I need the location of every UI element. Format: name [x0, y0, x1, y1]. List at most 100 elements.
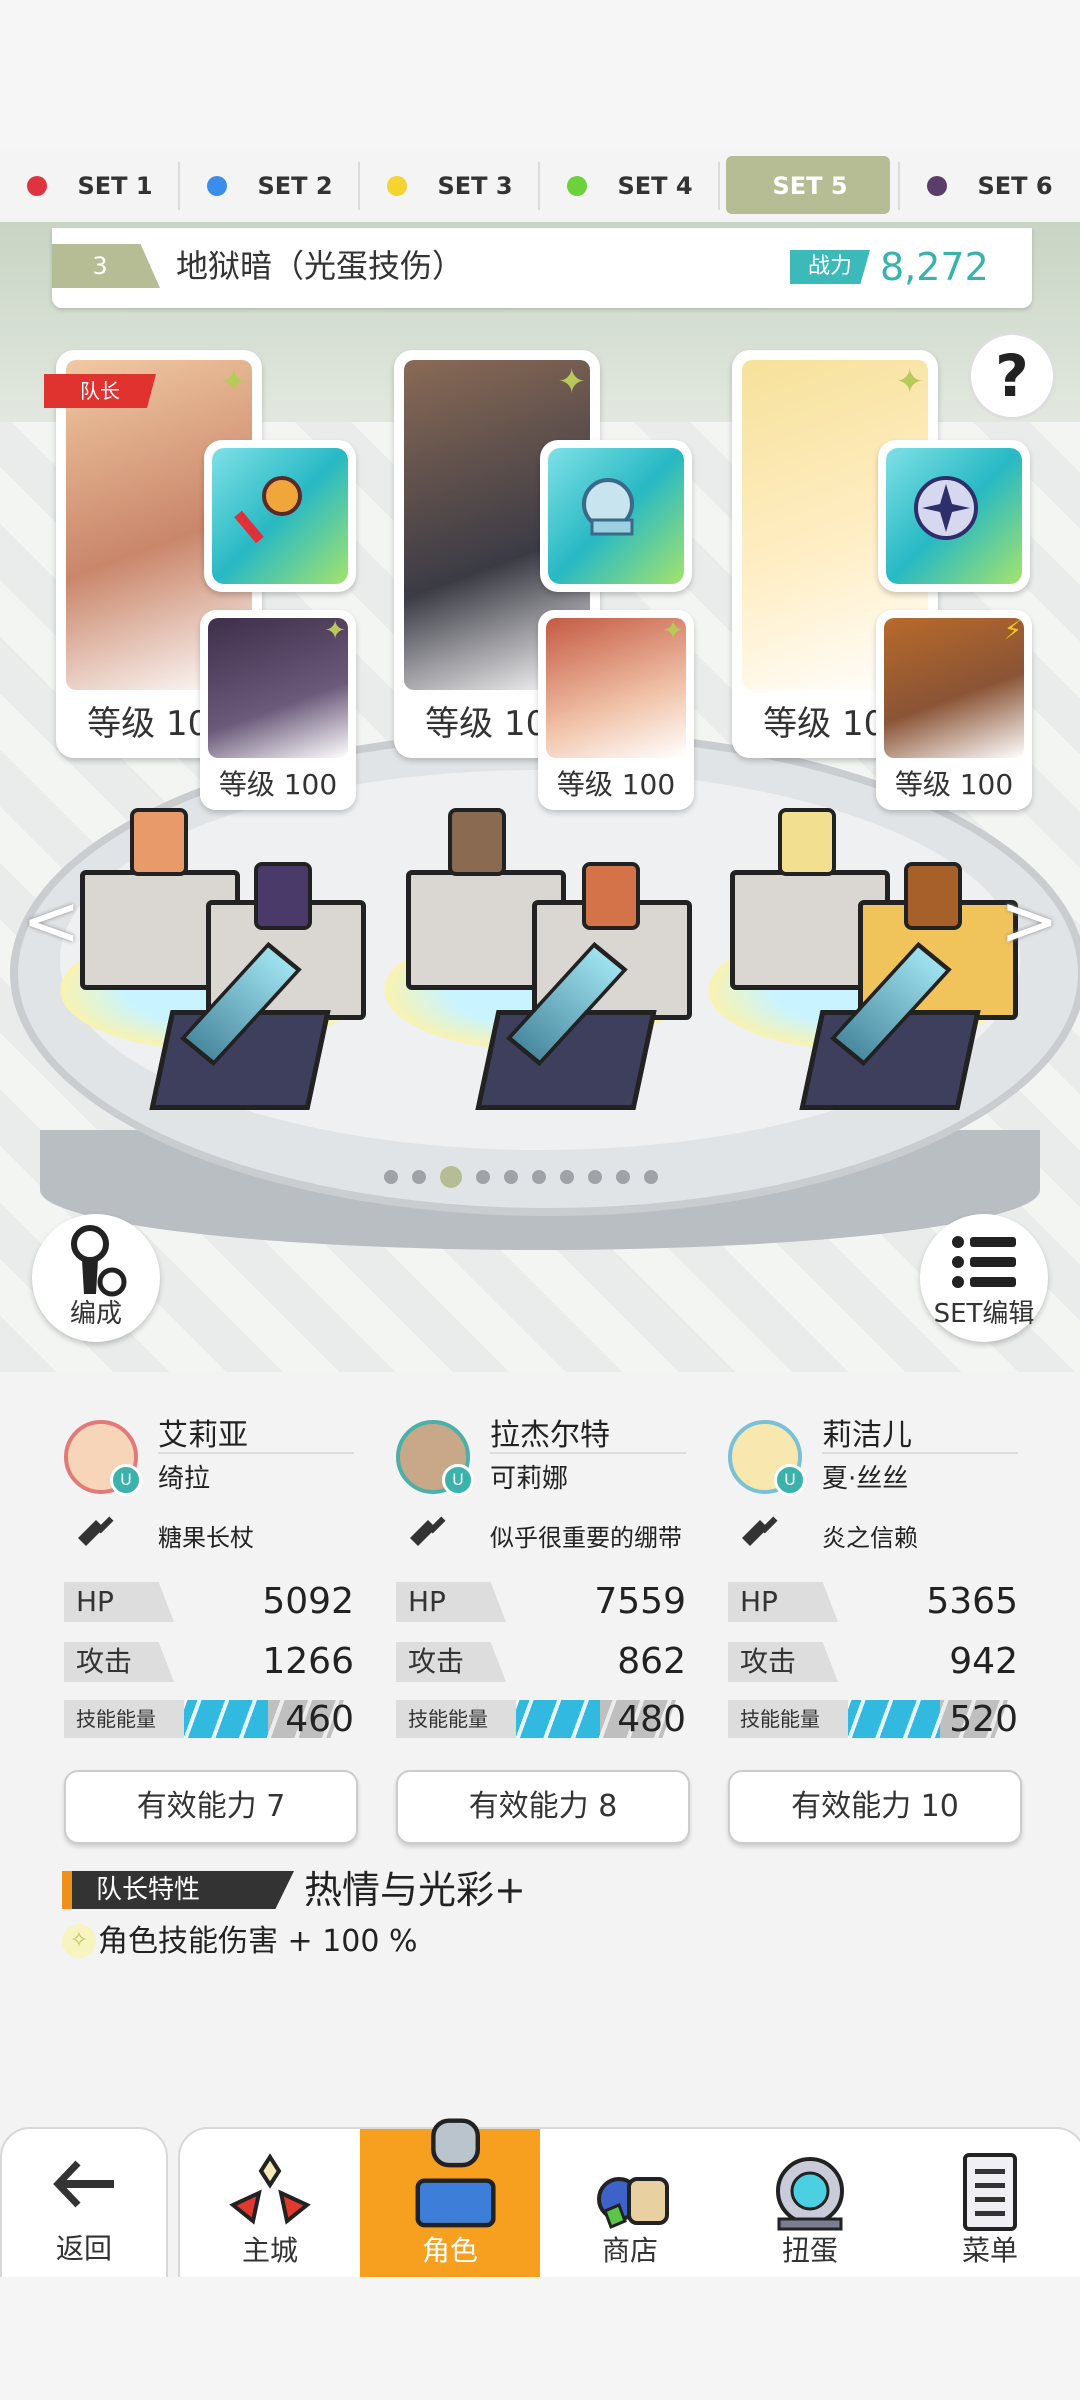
leader-skill-tag-label: 队长特性	[96, 1875, 201, 1905]
nav-gacha[interactable]: 扭蛋	[720, 2129, 900, 2279]
page-dot[interactable]	[532, 1170, 546, 1184]
tab-label: SET 6	[977, 172, 1053, 200]
attack-value: 862	[617, 1641, 686, 1682]
effective-ability-button[interactable]: 有效能力 10	[728, 1770, 1022, 1844]
avatar[interactable]: U	[64, 1420, 142, 1496]
next-arrow[interactable]: >	[1000, 880, 1059, 962]
hp-row: HP 5092	[64, 1582, 354, 1622]
sparkle-icon: ✦	[557, 362, 587, 402]
tab-label: SET 5	[772, 172, 848, 200]
tab-set-2[interactable]: SET 2	[180, 150, 360, 222]
effective-ability-button[interactable]: 有效能力 8	[396, 1770, 690, 1844]
team-name[interactable]: 地狱暗（光蛋技伤）	[176, 244, 464, 288]
tab-set-3[interactable]: SET 3	[360, 150, 540, 222]
page-dot[interactable]	[384, 1170, 398, 1184]
hp-value: 5092	[262, 1581, 354, 1622]
support-name: 可莉娜	[490, 1464, 569, 1494]
menu-icon	[963, 2153, 1017, 2231]
attack-row: 攻击 862	[396, 1642, 686, 1682]
page-dot[interactable]	[588, 1170, 602, 1184]
set-tab-bar: SET 1 SET 2 SET 3 SET 4 SET 5 SET 6	[0, 150, 1080, 222]
back-button[interactable]: 返回	[0, 2127, 168, 2281]
weapon-card-1[interactable]	[204, 440, 356, 592]
energy-row: 技能能量 520	[728, 1700, 1018, 1740]
set-color-dot	[27, 176, 48, 196]
leader-tag-stripe	[62, 1871, 72, 1909]
character-name: 拉杰尔特	[490, 1418, 610, 1453]
support-sprite[interactable]	[582, 862, 640, 930]
page-dot[interactable]	[440, 1166, 462, 1188]
nav-character[interactable]: 角色	[360, 2118, 540, 2279]
prev-arrow[interactable]: <	[22, 880, 81, 962]
nav-shop[interactable]: 商店	[540, 2129, 720, 2279]
energy-fill	[174, 1700, 268, 1738]
hp-row: HP 7559	[396, 1582, 686, 1622]
support-card-3[interactable]: ⚡ 等级 100	[876, 610, 1032, 810]
page-dot[interactable]	[476, 1170, 490, 1184]
page-dot[interactable]	[644, 1170, 658, 1184]
set-color-dot	[927, 176, 948, 196]
nav-label: 商店	[601, 2234, 658, 2267]
energy-label: 技能能量	[728, 1700, 848, 1738]
page-dot[interactable]	[560, 1170, 574, 1184]
tab-label: SET 2	[257, 172, 333, 200]
system-bar-area	[0, 2277, 1080, 2400]
tab-set-4[interactable]: SET 4	[540, 150, 720, 222]
set-color-dot	[387, 176, 408, 196]
awaken-icon: U	[110, 1464, 142, 1496]
weapon-row[interactable]: 似乎很重要的绷带	[396, 1510, 686, 1560]
power-label: 战力	[790, 250, 870, 284]
nav-label: 主城	[241, 2234, 298, 2267]
support-card-2[interactable]: ✦ 等级 100	[538, 610, 694, 810]
tab-set-5[interactable]: SET 5	[720, 150, 900, 222]
sparkle-icon: ✦	[662, 616, 684, 646]
list-icon	[952, 1236, 1016, 1288]
character-icon	[415, 2118, 496, 2228]
tab-label: SET 3	[437, 172, 513, 200]
nav-menu[interactable]: 菜单	[900, 2129, 1080, 2279]
weapon-card-2[interactable]	[540, 440, 692, 592]
support-card-1[interactable]: ✦ 等级 100	[200, 610, 356, 810]
weapon-name: 糖果长杖	[158, 1524, 254, 1552]
attack-label: 攻击	[728, 1642, 838, 1682]
page-dot[interactable]	[412, 1170, 426, 1184]
set-color-dot	[567, 176, 588, 196]
formation-icon	[71, 1225, 127, 1297]
weapon-icon	[742, 1516, 778, 1546]
nav-label: 角色	[421, 2234, 478, 2267]
support-sprite[interactable]	[904, 862, 962, 930]
tab-set-1[interactable]: SET 1	[0, 150, 180, 222]
help-button[interactable]: ?	[968, 332, 1056, 420]
energy-value: 480	[617, 1699, 686, 1740]
weapon-name: 似乎很重要的绷带	[490, 1524, 682, 1552]
weapon-card-3[interactable]	[878, 440, 1030, 592]
character-info-1: U 艾莉亚 绮拉 糖果长杖 HP 5092 攻击 1266 技能能量 460 有…	[64, 1400, 358, 1844]
weapon-row[interactable]: 炎之信赖	[728, 1510, 1018, 1560]
character-sprite[interactable]	[448, 808, 506, 876]
attack-value: 1266	[262, 1641, 354, 1682]
avatar[interactable]: U	[396, 1420, 474, 1496]
nav-town[interactable]: 主城	[180, 2129, 360, 2279]
support-sprite[interactable]	[254, 862, 312, 930]
support-name: 夏·丝丝	[822, 1464, 909, 1494]
tab-set-6[interactable]: SET 6	[900, 150, 1080, 222]
tab-label: SET 4	[617, 172, 693, 200]
page-dot[interactable]	[504, 1170, 518, 1184]
awaken-icon: U	[442, 1464, 474, 1496]
attack-row: 攻击 942	[728, 1642, 1018, 1682]
character-sprite[interactable]	[130, 808, 188, 876]
page-dot[interactable]	[616, 1170, 630, 1184]
support-level: 等级 100	[876, 760, 1032, 810]
sparkle-icon: ✦	[219, 362, 249, 402]
support-level: 等级 100	[538, 760, 694, 810]
character-sprite[interactable]	[778, 808, 836, 876]
avatar[interactable]: U	[728, 1420, 806, 1496]
effective-ability-button[interactable]: 有效能力 7	[64, 1770, 358, 1844]
sparkle-icon: ✧	[62, 1924, 96, 1958]
formation-button[interactable]: 编成	[32, 1214, 160, 1342]
weapon-row[interactable]: 糖果长杖	[64, 1510, 354, 1560]
energy-label: 技能能量	[64, 1700, 184, 1738]
back-arrow-icon	[53, 2160, 114, 2208]
hp-value: 5365	[926, 1581, 1018, 1622]
set-edit-button[interactable]: SET编辑	[920, 1214, 1048, 1342]
